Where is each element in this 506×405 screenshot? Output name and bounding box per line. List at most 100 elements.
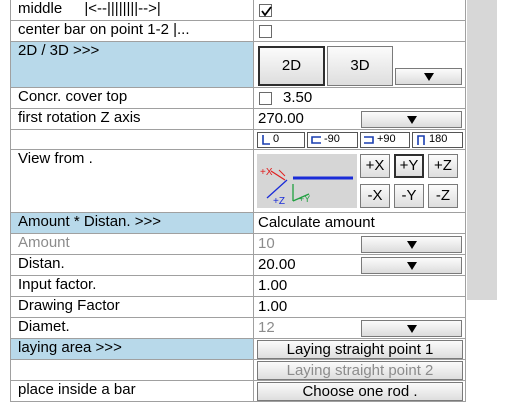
- rotation-minus90-button[interactable]: -90: [307, 132, 358, 148]
- view-minus-z-button[interactable]: -Z: [428, 184, 458, 208]
- middle-value: [254, 0, 466, 20]
- row-2d3d: 2D / 3D >>> 2D 3D: [10, 42, 466, 88]
- place-inside-value: Choose one rod .: [254, 381, 466, 401]
- view-minus-x-button[interactable]: -X: [360, 184, 390, 208]
- view-2d3d-label: 2D / 3D >>>: [10, 42, 254, 87]
- rotation-plus90-icon: [364, 136, 374, 144]
- 2d-button[interactable]: 2D: [258, 46, 325, 86]
- cover-value: 3.50: [254, 88, 466, 108]
- laying-point-2-value: Laying straight point 2: [254, 360, 466, 380]
- row-distan: Distan. 20.00: [10, 255, 466, 276]
- svg-text:+Y: +Y: [299, 194, 310, 204]
- rotation-options-spacer: [10, 130, 254, 149]
- view-plus-x-button[interactable]: +X: [360, 154, 390, 178]
- row-diamet: Diamet. 12: [10, 318, 466, 339]
- rotation-180-text: 180: [429, 133, 448, 145]
- chevron-down-icon: [406, 325, 417, 333]
- row-laying-area: laying area >>> Laying straight point 1: [10, 339, 466, 360]
- cover-checkbox[interactable]: [259, 92, 272, 105]
- input-factor-value-text[interactable]: 1.00: [258, 277, 287, 294]
- middle-label-text: middle: [18, 0, 63, 17]
- rotation-plus90-text: +90: [377, 133, 396, 145]
- middle-label: middle |<--||||||||-->|: [10, 0, 254, 20]
- center-bar-value: [254, 21, 466, 41]
- middle-ruler-text: |<--||||||||-->|: [84, 0, 161, 17]
- place-inside-label: place inside a bar: [10, 381, 254, 401]
- cover-value-text[interactable]: 3.50: [283, 89, 312, 106]
- rotation-label: first rotation Z axis: [10, 109, 254, 129]
- rotation-minus90-icon: [311, 136, 321, 144]
- chevron-down-icon: [406, 116, 417, 124]
- laying-straight-point-1-button[interactable]: Laying straight point 1: [257, 340, 463, 359]
- axis-preview-icon: +X +Z +Y: [257, 154, 357, 208]
- row-rotation: first rotation Z axis 270.00: [10, 109, 466, 130]
- laying-straight-point-2-button[interactable]: Laying straight point 2: [257, 361, 463, 380]
- amount-header-label: Amount * Distan. >>>: [10, 213, 254, 233]
- rotation-180-button[interactable]: 180: [412, 132, 463, 148]
- view-minus-y-button[interactable]: -Y: [394, 184, 424, 208]
- distan-dropdown[interactable]: [361, 257, 462, 274]
- amount-value: 10: [254, 234, 466, 254]
- row-view-from: View from . +X +Z +Y +X +Y +Z -X -Y -Z: [10, 150, 466, 213]
- center-bar-checkbox[interactable]: [259, 25, 272, 38]
- svg-text:+X: +X: [260, 167, 273, 178]
- cover-label: Concr. cover top: [10, 88, 254, 108]
- diamet-value-text: 12: [258, 319, 275, 336]
- row-rotation-options: 0 -90 +90 180: [10, 130, 466, 150]
- rotation-value: 270.00: [254, 109, 466, 129]
- 3d-button[interactable]: 3D: [327, 46, 393, 86]
- rotation-minus90-text: -90: [324, 133, 340, 145]
- view-dropdown[interactable]: [395, 68, 462, 85]
- amount-value-text: 10: [258, 235, 275, 252]
- drawing-factor-value: 1.00: [254, 297, 466, 317]
- chevron-down-icon: [406, 262, 417, 270]
- row-place-inside: place inside a bar Choose one rod .: [10, 381, 466, 402]
- amount-header-value: Calculate amount: [254, 213, 466, 233]
- view-plus-y-button[interactable]: +Y: [394, 154, 424, 178]
- view-from-label: View from .: [10, 150, 254, 212]
- rotation-0-text: 0: [273, 133, 280, 145]
- row-input-factor: Input factor. 1.00: [10, 276, 466, 297]
- chevron-down-icon: [406, 241, 417, 249]
- chevron-down-icon: [423, 73, 434, 81]
- rotation-options: 0 -90 +90 180: [254, 130, 466, 149]
- choose-one-rod-button[interactable]: Choose one rod .: [257, 382, 463, 401]
- view-plus-z-button[interactable]: +Z: [428, 154, 458, 178]
- rotation-value-text[interactable]: 270.00: [258, 110, 304, 127]
- laying-area-value: Laying straight point 1: [254, 339, 466, 359]
- rotation-dropdown[interactable]: [361, 111, 462, 128]
- row-center-bar: center bar on point 1-2 |...: [10, 21, 466, 42]
- checkmark-icon: [261, 6, 272, 17]
- row-drawing-factor: Drawing Factor 1.00: [10, 297, 466, 318]
- center-bar-label: center bar on point 1-2 |...: [10, 21, 254, 41]
- drawing-factor-label: Drawing Factor: [10, 297, 254, 317]
- diamet-value: 12: [254, 318, 466, 338]
- view-2d3d-value: 2D 3D: [254, 42, 466, 87]
- row-amount: Amount 10: [10, 234, 466, 255]
- amount-dropdown[interactable]: [361, 236, 462, 253]
- distan-label: Distan.: [10, 255, 254, 275]
- distan-value: 20.00: [254, 255, 466, 275]
- diamet-label: Diamet.: [10, 318, 254, 338]
- input-factor-value: 1.00: [254, 276, 466, 296]
- diamet-dropdown[interactable]: [361, 320, 462, 337]
- drawing-factor-value-text[interactable]: 1.00: [258, 298, 287, 315]
- row-concr-cover: Concr. cover top 3.50: [10, 88, 466, 109]
- row-amount-header: Amount * Distan. >>> Calculate amount: [10, 213, 466, 234]
- vertical-scrollbar[interactable]: [467, 0, 497, 300]
- rotation-plus90-button[interactable]: +90: [360, 132, 410, 148]
- rotation-0-button[interactable]: 0: [257, 132, 305, 148]
- distan-value-text[interactable]: 20.00: [258, 256, 296, 273]
- amount-label: Amount: [10, 234, 254, 254]
- laying-point-2-spacer: [10, 360, 254, 380]
- view-from-value: +X +Z +Y +X +Y +Z -X -Y -Z: [254, 150, 466, 212]
- input-factor-label: Input factor.: [10, 276, 254, 296]
- rotation-0-icon: [262, 135, 270, 145]
- svg-text:+Z: +Z: [273, 196, 285, 207]
- calculate-amount-text[interactable]: Calculate amount: [258, 214, 375, 231]
- laying-area-label: laying area >>>: [10, 339, 254, 359]
- row-laying-point-2: Laying straight point 2: [10, 360, 466, 381]
- middle-checkbox[interactable]: [259, 4, 272, 17]
- row-middle: middle |<--||||||||-->|: [10, 0, 466, 21]
- rotation-180-icon: [417, 135, 425, 145]
